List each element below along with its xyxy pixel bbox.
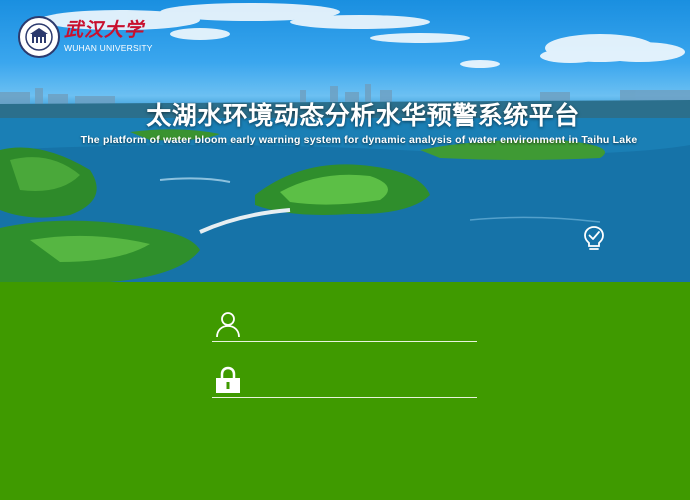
username-field	[212, 306, 477, 342]
lock-icon	[216, 366, 240, 393]
login-form	[0, 282, 690, 500]
user-icon	[216, 312, 240, 338]
password-field	[212, 362, 477, 398]
university-name-cn: 武汉大学	[64, 19, 145, 42]
university-seal-icon	[18, 16, 60, 58]
university-name-en: WUHAN UNIVERSITY	[64, 43, 153, 54]
username-input[interactable]	[252, 310, 476, 340]
page-title: 太湖水环境动态分析水华预警系统平台	[146, 101, 580, 130]
university-logo: 武汉大学 WUHAN UNIVERSITY	[18, 16, 153, 58]
page-subtitle: The platform of water bloom early warnin…	[80, 134, 638, 146]
header-banner: 武汉大学 WUHAN UNIVERSITY 太湖水环境动态分析水华预警系统平台 …	[0, 0, 690, 282]
password-input[interactable]	[252, 366, 476, 396]
lightbulb-check-icon[interactable]	[582, 225, 606, 253]
